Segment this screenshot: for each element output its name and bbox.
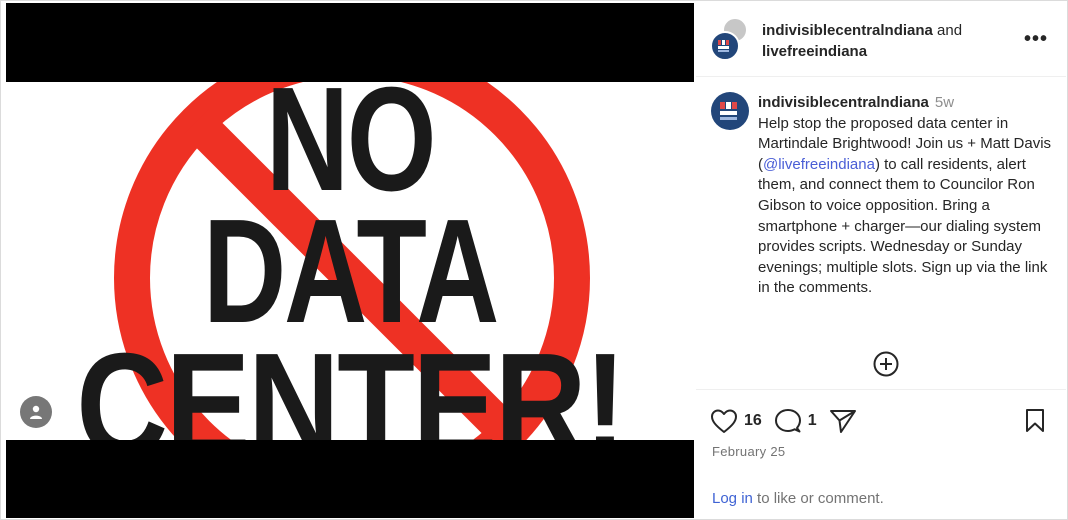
caption-text-part-2: ) to call residents, alert them, and con… bbox=[758, 155, 1048, 297]
collab-avatars[interactable] bbox=[710, 17, 750, 61]
share-icon[interactable] bbox=[829, 408, 857, 434]
avatar-indivisible[interactable] bbox=[710, 31, 740, 61]
caption-section: indivisiblecentralndiana 5w Help stop the… bbox=[696, 77, 1066, 389]
comment-count[interactable]: 1 bbox=[808, 412, 817, 430]
more-options-button[interactable]: ••• bbox=[1024, 28, 1048, 51]
post-header: indivisiblecentralndiana and livefreeind… bbox=[696, 3, 1066, 77]
comment-icon[interactable] bbox=[774, 408, 802, 434]
org-logo-icon bbox=[718, 40, 729, 52]
actions-section: 16 1 February 25 Log in to like or comme… bbox=[696, 389, 1066, 518]
post-date[interactable]: February 25 bbox=[712, 444, 785, 459]
caption-timestamp[interactable]: 5w bbox=[935, 94, 954, 111]
post-media[interactable]: NO DATA CENTER! bbox=[6, 3, 694, 518]
login-suffix: to like or comment. bbox=[752, 490, 884, 507]
bookmark-icon[interactable] bbox=[1024, 408, 1046, 434]
login-prompt: Log in to like or comment. bbox=[712, 490, 884, 507]
heart-icon[interactable] bbox=[710, 408, 738, 434]
caption-username[interactable]: indivisiblecentralndiana bbox=[758, 94, 929, 111]
like-count[interactable]: 16 bbox=[744, 412, 762, 430]
author-link-1[interactable]: indivisiblecentralndiana bbox=[762, 22, 933, 39]
add-comment-icon[interactable] bbox=[871, 349, 901, 379]
post-authors: indivisiblecentralndiana and livefreeind… bbox=[762, 20, 962, 62]
user-tag-icon bbox=[30, 405, 42, 419]
poster-line-3: CENTER! bbox=[76, 323, 626, 441]
author-link-2[interactable]: livefreeindiana bbox=[762, 43, 867, 60]
mention-link[interactable]: @livefreeindiana bbox=[763, 156, 875, 173]
post-image: NO DATA CENTER! bbox=[6, 82, 694, 440]
login-link[interactable]: Log in bbox=[712, 490, 753, 507]
org-logo-icon bbox=[720, 102, 737, 120]
author-joiner: and bbox=[932, 22, 963, 39]
post-panel: indivisiblecentralndiana and livefreeind… bbox=[696, 3, 1066, 518]
caption-avatar[interactable] bbox=[711, 92, 749, 130]
action-bar: 16 1 bbox=[710, 408, 857, 434]
user-tag-button[interactable] bbox=[20, 396, 52, 428]
caption-text: indivisiblecentralndiana 5w Help stop the… bbox=[758, 93, 1058, 299]
